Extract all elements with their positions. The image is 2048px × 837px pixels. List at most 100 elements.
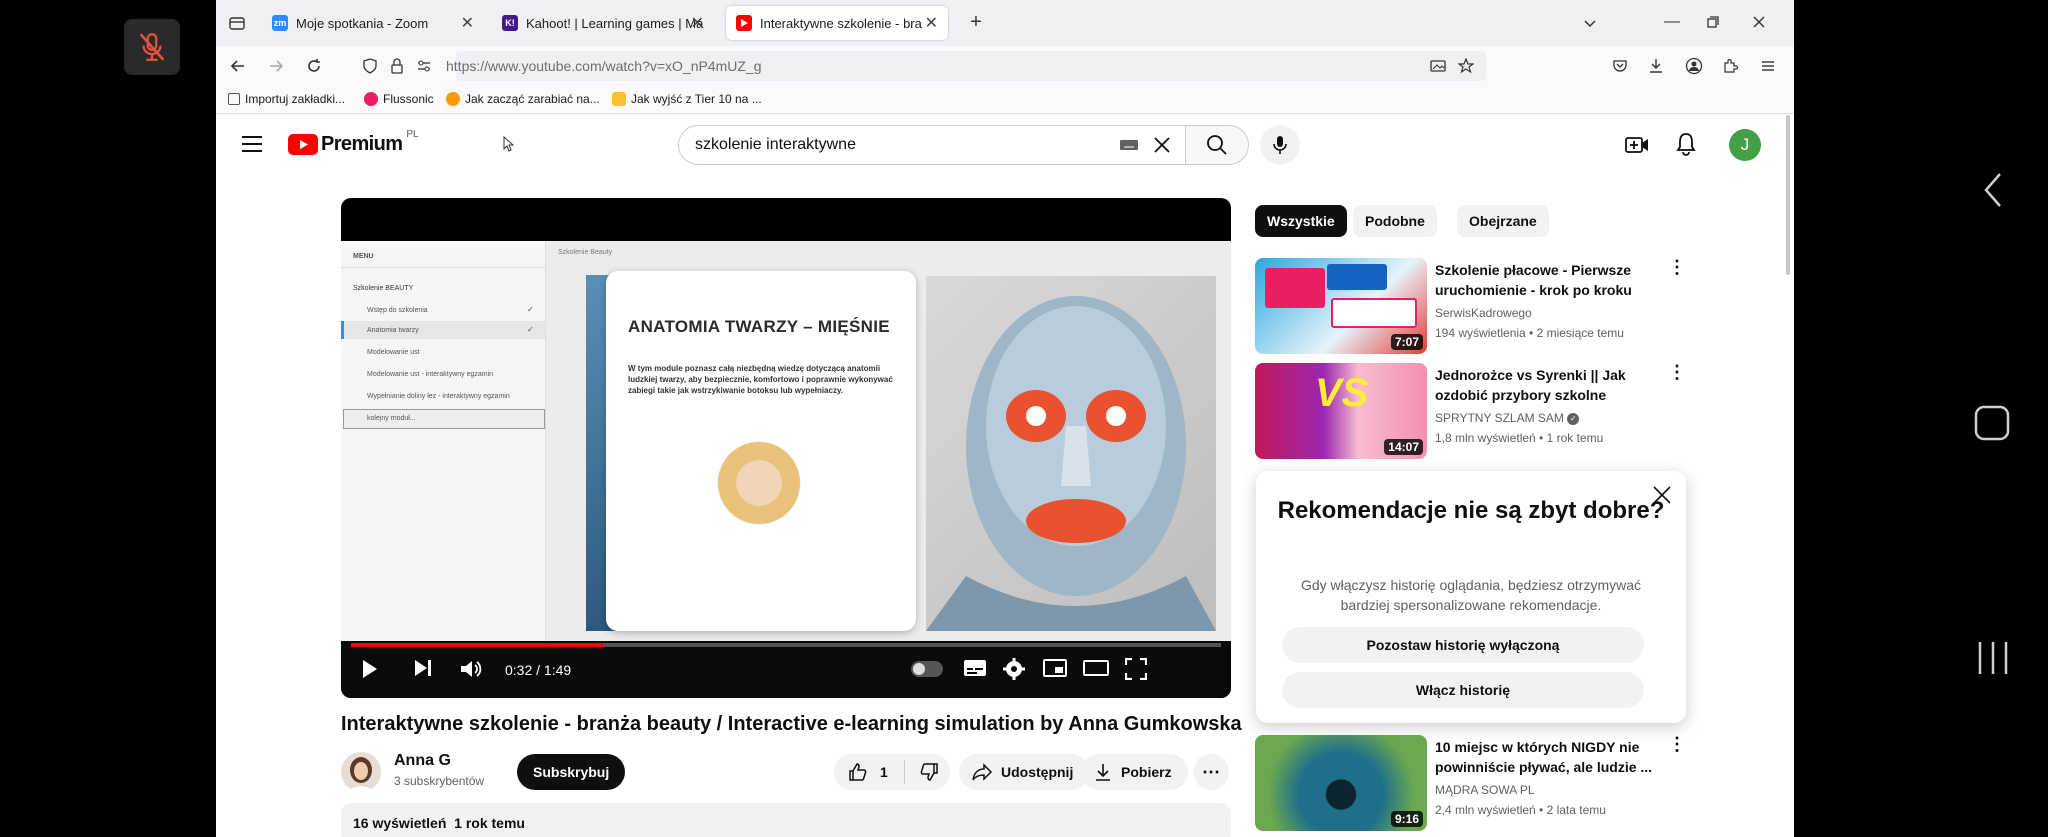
settings-gear-icon[interactable]	[1003, 658, 1025, 680]
download-icon[interactable]	[1648, 58, 1664, 74]
chip-watched[interactable]: Obejrzane	[1457, 205, 1549, 237]
description-box[interactable]: 16 wyświetleń 1 rok temu	[341, 803, 1231, 837]
tab-overview-icon[interactable]	[228, 14, 246, 32]
channel-avatar[interactable]	[341, 752, 381, 792]
video-thumbnail[interactable]: VS 14:07	[1255, 363, 1427, 459]
recommendation-channel[interactable]: SerwisKadrowego	[1435, 306, 1532, 320]
url-bar[interactable]: https://www.youtube.com/watch?v=xO_nP4mU…	[363, 51, 1486, 81]
search-input[interactable]: szkolenie interaktywne	[678, 125, 1186, 165]
zoom-muted-mic-button[interactable]	[124, 19, 180, 75]
video-thumbnail[interactable]: 9:16	[1255, 735, 1427, 831]
flussonic-icon	[364, 92, 378, 106]
bookmark-label: Jak zacząć zarabiać na...	[465, 92, 600, 106]
tab-zoom[interactable]: zm Moje spotkania - Zoom ✕	[262, 6, 484, 40]
forward-icon[interactable]	[268, 58, 284, 74]
picture-icon[interactable]	[1430, 58, 1446, 74]
close-icon[interactable]: ✕	[925, 13, 938, 33]
bookmark-zarabiac[interactable]: Jak zacząć zarabiać na...	[446, 92, 600, 106]
extensions-icon[interactable]	[1722, 58, 1738, 74]
create-video-icon[interactable]	[1625, 134, 1649, 156]
star-icon[interactable]	[1458, 58, 1474, 74]
video-player[interactable]: MENU Szkolenie BEAUTY Wstęp do szkolenia…	[341, 198, 1231, 698]
shield-icon[interactable]	[362, 58, 378, 74]
subtitles-icon[interactable]	[963, 658, 987, 678]
microphone-icon	[1273, 136, 1287, 154]
share-button[interactable]: Udostępnij	[959, 754, 1090, 790]
fullscreen-icon[interactable]	[1125, 658, 1147, 680]
bookmarks-bar: Importuj zakładki... Flussonic Jak zaczą…	[216, 86, 1794, 114]
recommendation-title[interactable]: 10 miejsc w których NIGDY nie powinniści…	[1435, 737, 1655, 777]
permissions-icon[interactable]	[416, 58, 432, 74]
popup-title: Rekomendacje nie są zbyt dobre?	[1277, 497, 1665, 524]
autoplay-toggle[interactable]	[911, 661, 943, 677]
close-icon[interactable]: ✕	[461, 13, 474, 33]
subscribe-button[interactable]: Subskrybuj	[517, 754, 626, 790]
enable-history-button[interactable]: Włącz historię	[1282, 672, 1644, 708]
youtube-icon	[736, 15, 752, 31]
url-text[interactable]: https://www.youtube.com/watch?v=xO_nP4mU…	[446, 58, 762, 74]
recommendation-title[interactable]: Jednorożce vs Syrenki || Jak ozdobić prz…	[1435, 365, 1655, 405]
slide-menu-item: Modelowanie ust	[367, 349, 420, 356]
home-nav-icon[interactable]	[1974, 405, 2010, 441]
avatar[interactable]: J	[1729, 129, 1761, 161]
volume-icon[interactable]	[459, 658, 483, 680]
progress-bar[interactable]	[351, 643, 1221, 647]
duration-badge: 14:07	[1384, 439, 1423, 455]
tab-youtube[interactable]: Interaktywne szkolenie - branż ✕	[726, 6, 948, 40]
restore-button[interactable]	[1706, 15, 1720, 29]
duration-badge: 7:07	[1390, 334, 1423, 350]
back-nav-icon[interactable]	[1980, 170, 2006, 210]
new-tab-button[interactable]: +	[964, 10, 988, 34]
minimize-button[interactable]: —	[1662, 12, 1682, 32]
theater-mode-icon[interactable]	[1083, 658, 1109, 678]
next-icon[interactable]	[413, 658, 433, 678]
more-options-icon[interactable]: ⋮	[1668, 258, 1686, 276]
tab-kahoot[interactable]: K! Kahoot! | Learning games | Mak ✕	[492, 6, 714, 40]
notifications-bell-icon[interactable]	[1676, 132, 1696, 156]
more-actions-button[interactable]: ⋯	[1193, 754, 1229, 790]
close-window-button[interactable]	[1752, 15, 1766, 29]
miniplayer-icon[interactable]	[1043, 658, 1067, 678]
back-icon[interactable]	[230, 58, 246, 74]
recommendation-item[interactable]: VS 14:07 Jednorożce vs Syrenki || Jak oz…	[1255, 363, 1686, 463]
page-scrollbar[interactable]	[1786, 115, 1790, 275]
recommendation-channel[interactable]: MĄDRA SOWA PL	[1435, 783, 1535, 797]
more-options-icon[interactable]: ⋮	[1668, 363, 1686, 381]
logo-text: Premium	[321, 133, 403, 155]
bookmark-tier[interactable]: Jak wyjść z Tier 10 na ...	[612, 92, 762, 106]
recents-nav-icon[interactable]	[1976, 640, 2010, 676]
account-icon[interactable]	[1685, 57, 1703, 75]
bookmark-flussonic[interactable]: Flussonic	[364, 92, 434, 106]
recommendation-item[interactable]: 7:07 Szkolenie płacowe - Pierwsze urucho…	[1255, 258, 1686, 358]
chip-related[interactable]: Podobne	[1353, 205, 1437, 237]
search-button[interactable]	[1185, 125, 1249, 165]
channel-name[interactable]: Anna G	[394, 752, 451, 770]
lock-icon[interactable]	[390, 58, 404, 74]
voice-search-button[interactable]	[1260, 125, 1300, 165]
bookmark-import[interactable]: Importuj zakładki...	[228, 92, 345, 106]
download-button[interactable]: Pobierz	[1081, 754, 1188, 790]
like-icon[interactable]	[848, 762, 868, 782]
search-query[interactable]: szkolenie interaktywne	[695, 136, 856, 154]
chevron-down-icon[interactable]	[1582, 15, 1598, 31]
recommendation-item[interactable]: 9:16 10 miejsc w których NIGDY nie powin…	[1255, 735, 1686, 835]
menu-icon[interactable]	[1760, 58, 1776, 74]
recommendation-title[interactable]: Szkolenie płacowe - Pierwsze uruchomieni…	[1435, 260, 1655, 300]
video-thumbnail[interactable]: 7:07	[1255, 258, 1427, 354]
play-icon[interactable]	[361, 658, 379, 680]
clear-search-icon[interactable]	[1153, 136, 1171, 154]
chip-all[interactable]: Wszystkie	[1255, 205, 1347, 237]
pocket-icon[interactable]	[1612, 58, 1628, 74]
recommendations-popup: Rekomendacje nie są zbyt dobre? Gdy włąc…	[1256, 471, 1686, 723]
keyboard-icon[interactable]	[1119, 139, 1139, 151]
channel-name[interactable]: SPRYTNY SZLAM SAM	[1435, 411, 1564, 425]
keep-history-off-button[interactable]: Pozostaw historię wyłączoną	[1282, 627, 1644, 663]
reload-icon[interactable]	[306, 58, 322, 74]
close-icon[interactable]: ✕	[691, 13, 704, 33]
hamburger-menu-icon[interactable]	[242, 135, 262, 153]
recommendation-channel[interactable]: SPRYTNY SZLAM SAM ✓	[1435, 411, 1580, 425]
youtube-logo[interactable]: Premium PL	[288, 129, 419, 156]
slide-menu-item: Modelowanie ust - interaktywny egzamin	[367, 371, 494, 378]
dislike-icon[interactable]	[919, 762, 939, 782]
more-options-icon[interactable]: ⋮	[1668, 735, 1686, 753]
